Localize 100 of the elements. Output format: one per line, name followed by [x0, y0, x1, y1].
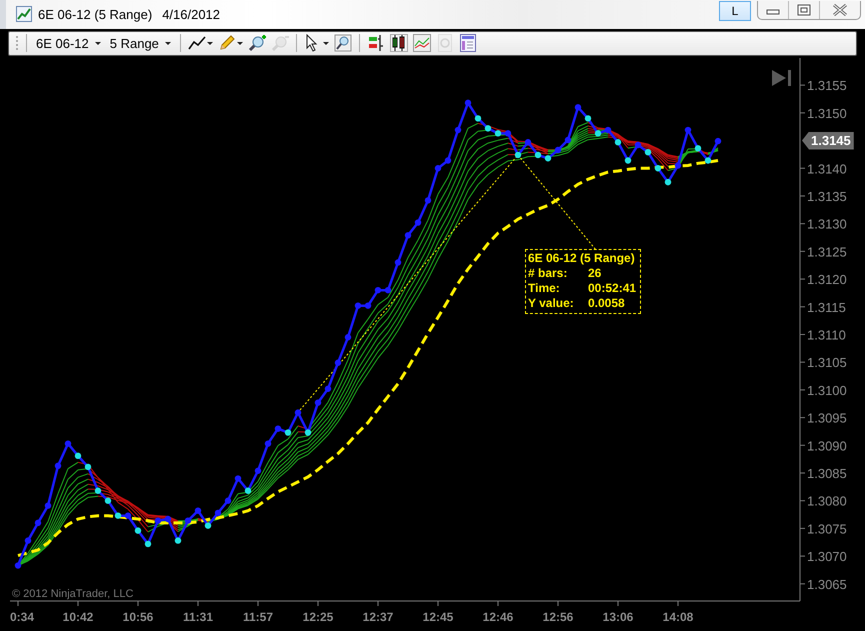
price-dot: [174, 537, 182, 544]
line-icon: [188, 34, 206, 52]
y-tick-label: 1.3125: [807, 244, 847, 260]
price-dot: [594, 130, 602, 137]
price-dot: [14, 562, 22, 569]
price-dot: [134, 527, 142, 534]
y-tick-label: 1.3080: [807, 494, 847, 509]
tooltip-title: 6E 06-12 (5 Range): [528, 251, 636, 266]
instrument-dropdown[interactable]: 6E 06-12: [34, 36, 103, 51]
grip-icon: [15, 35, 19, 52]
price-dot: [614, 139, 622, 146]
y-tick-label: 1.3105: [807, 355, 847, 370]
price-dot: [544, 155, 552, 162]
price-dot: [34, 520, 42, 526]
tool-button[interactable]: [334, 34, 352, 52]
y-tick-label: 1.3065: [807, 576, 847, 592]
y-tick-label: 1.3155: [807, 78, 847, 94]
chart-icon: [16, 6, 32, 22]
price-dot: [554, 146, 562, 154]
price-dot: [164, 516, 172, 522]
tooltip-label: Time:: [528, 281, 561, 296]
tooltip-value: 0.0058: [588, 296, 625, 311]
price-dot: [274, 425, 282, 432]
price-dot: [114, 512, 122, 519]
price-dot: [284, 429, 292, 436]
price-dot: [244, 488, 252, 494]
tooltip-label: # bars:: [528, 266, 568, 281]
price-dot: [84, 464, 92, 470]
price-dot: [464, 100, 472, 106]
tooltip-label: Y value:: [528, 296, 575, 311]
price-dot: [584, 115, 592, 122]
y-tick-label: 1.3140: [807, 161, 847, 176]
caret-icon: [236, 42, 243, 45]
tool-button[interactable]: [188, 34, 213, 52]
tooltip-value: 26: [588, 266, 602, 281]
x-tick-label: 14:08: [662, 610, 694, 624]
candles-icon: [390, 34, 408, 52]
scroll-end-icon[interactable]: [772, 70, 791, 86]
caret-icon: [94, 42, 101, 45]
price-dot: [184, 517, 192, 524]
tool-button[interactable]: [366, 34, 385, 52]
price-dot: [294, 409, 302, 416]
price-dot: [574, 104, 582, 111]
y-tick-label: 1.3100: [807, 382, 847, 398]
y-tick-label: 1.3130: [807, 216, 847, 232]
price-dot: [154, 517, 162, 524]
y-tick-label: 1.3115: [807, 300, 846, 315]
price-dot: [234, 475, 242, 482]
price-dot: [254, 468, 262, 474]
price-dot: [704, 157, 712, 164]
x-tick-label: 10:56: [122, 610, 154, 624]
zoom-in-icon: [248, 34, 266, 52]
price-dot: [524, 139, 532, 146]
x-tick-label: 13:06: [602, 610, 634, 624]
tool-button[interactable]: [248, 34, 266, 52]
x-tick-label: 0:34: [10, 610, 34, 624]
last-price-tag: 1.3145: [802, 132, 854, 150]
price-dot: [644, 149, 652, 156]
zoom-out-icon: [270, 34, 289, 52]
price-dot: [44, 502, 52, 509]
price-dot: [94, 488, 102, 494]
price-dot: [604, 126, 612, 134]
tool-button[interactable]: [390, 34, 408, 52]
y-tick-label: 1.3090: [807, 438, 847, 454]
x-tick-label: 12:56: [542, 610, 574, 624]
y-tick-label: 1.3085: [807, 466, 847, 481]
tooltip-value: 00:52:41: [588, 281, 636, 296]
price-dot: [194, 507, 202, 514]
y-tick-label: 1.3095: [807, 410, 847, 426]
price-dot: [714, 138, 722, 144]
price-dot: [124, 512, 132, 519]
price-dot: [204, 522, 212, 529]
copyright-text: © 2012 NinjaTrader, LLC: [12, 588, 134, 600]
indicator-icon: [412, 34, 431, 52]
price-dot: [534, 152, 542, 158]
x-tick-label: 10:42: [62, 610, 94, 624]
price-dot: [624, 157, 632, 164]
caret-icon: [206, 42, 213, 45]
price-dot: [664, 178, 672, 186]
link-button[interactable]: L: [719, 1, 751, 22]
price-dot: [304, 429, 312, 436]
price-dot: [474, 115, 482, 122]
price-dot: [144, 540, 152, 548]
price-dot: [634, 142, 642, 148]
price-dot: [454, 126, 462, 134]
price-dot: [214, 510, 222, 516]
zoom-box-icon: [334, 34, 352, 52]
price-dot: [224, 498, 232, 504]
caret-icon: [164, 42, 171, 45]
interval-dropdown[interactable]: 5 Range: [108, 36, 173, 51]
tool-button[interactable]: [304, 34, 329, 52]
bars-icon: [366, 34, 385, 52]
price-dot: [264, 440, 272, 447]
price-dot: [64, 440, 72, 447]
y-tick-label: 1.3110: [807, 327, 846, 342]
x-tick-label: 11:31: [182, 610, 214, 624]
price-dot: [674, 162, 682, 169]
price-dot: [494, 130, 502, 137]
x-tick-label: 12:37: [362, 610, 394, 624]
y-tick-label: 1.3075: [807, 521, 847, 536]
